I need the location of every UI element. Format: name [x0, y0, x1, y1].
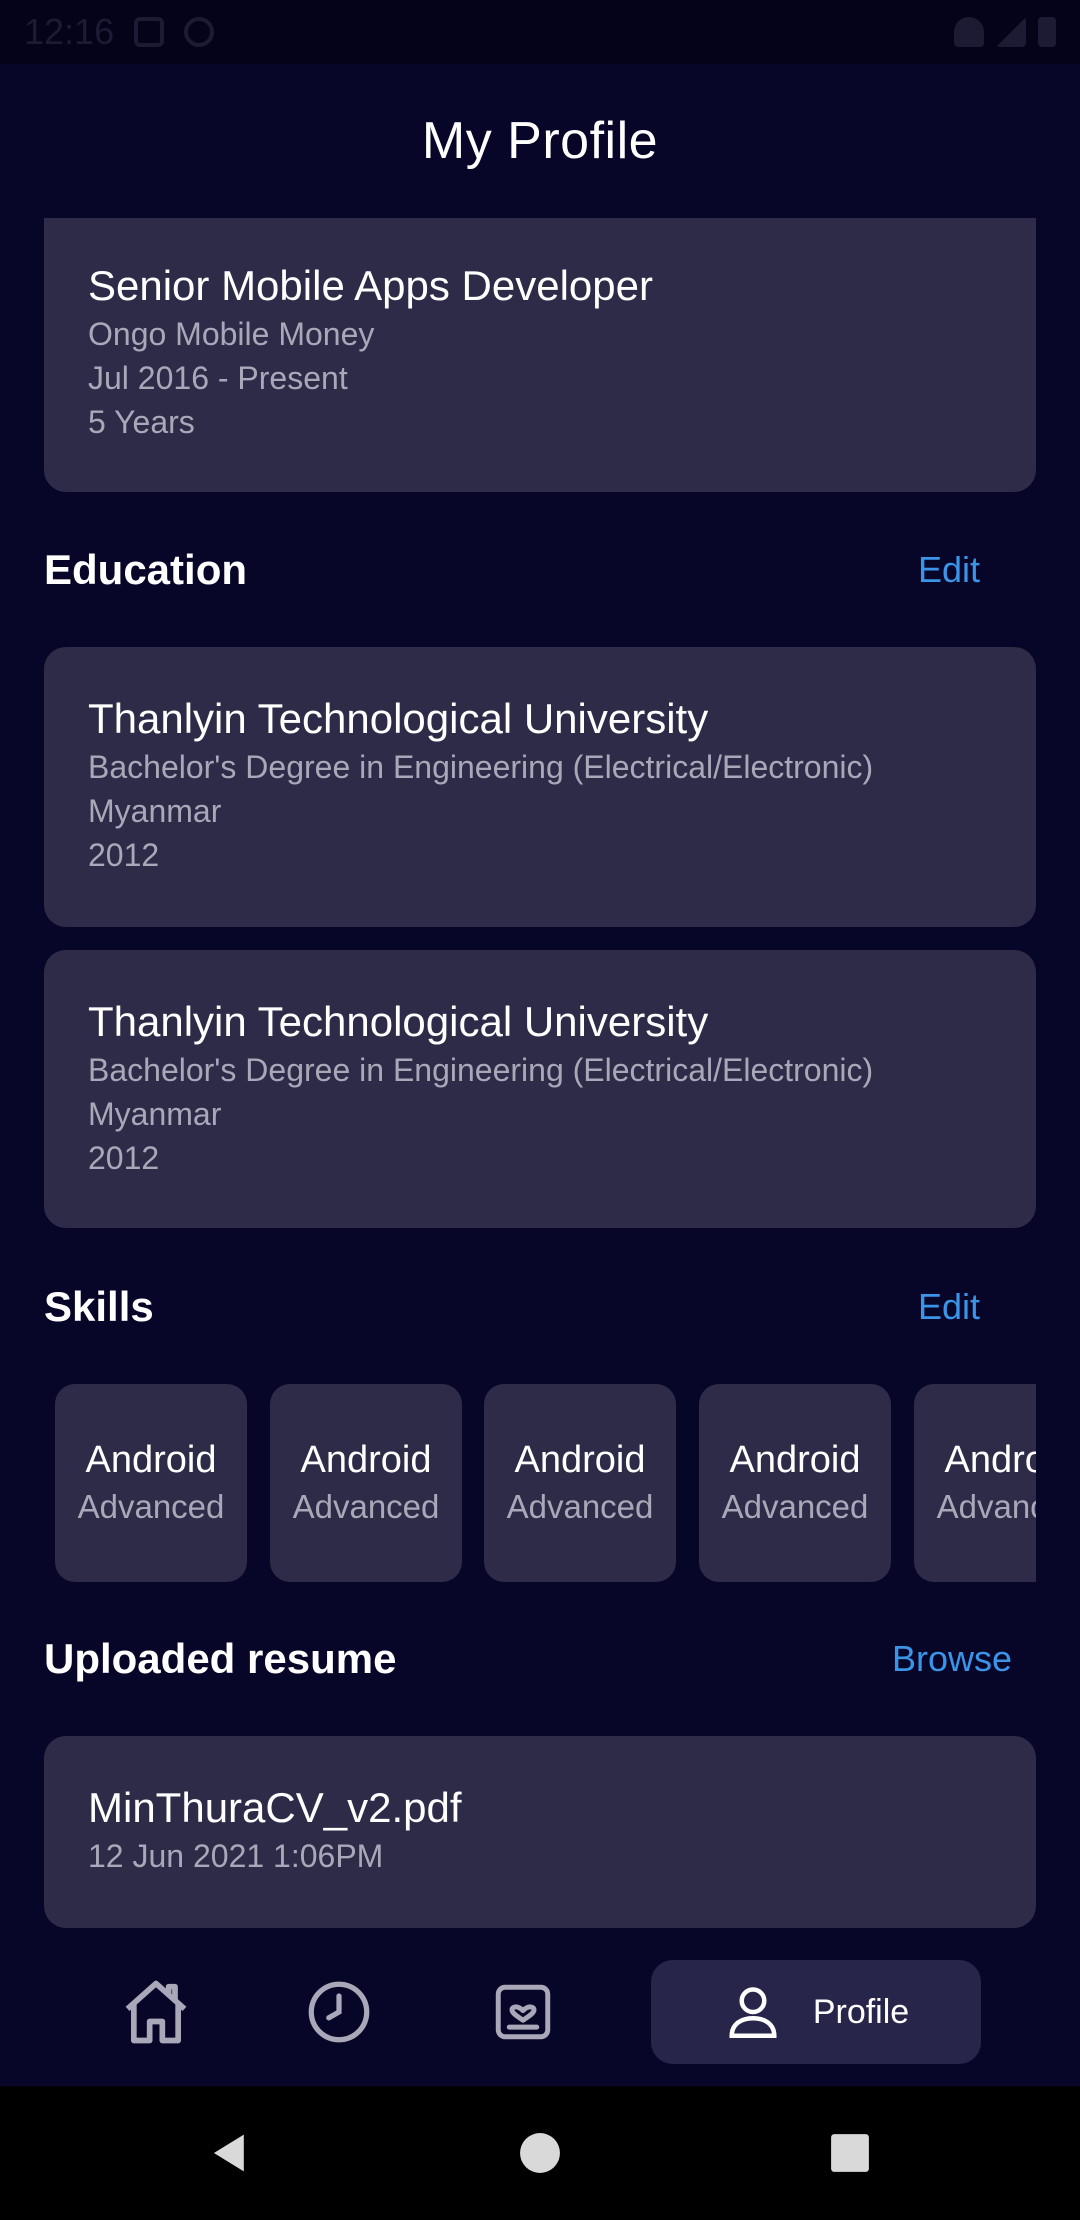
graduation-year: 2012 [88, 837, 160, 873]
profile-scroll-area[interactable]: Senior Mobile Apps Developer Ongo Mobile… [0, 218, 1080, 1928]
skill-level: Advanced [506, 1488, 654, 1525]
page-title: My Profile [421, 112, 659, 170]
battery-icon [1038, 17, 1056, 47]
home-icon [125, 1980, 187, 2044]
country: Myanmar [88, 1096, 222, 1132]
degree: Bachelor's Degree in Engineering (Electr… [88, 749, 874, 785]
education-title: Education [44, 546, 248, 593]
company-name: Ongo Mobile Money [88, 316, 375, 352]
home-circle-icon [520, 2133, 560, 2173]
job-title: Senior Mobile Apps Developer [88, 262, 653, 309]
saved-jobs-icon [495, 1984, 551, 2040]
education-edit-button[interactable]: Edit [918, 549, 1036, 591]
country: Myanmar [88, 793, 222, 829]
history-clock-icon [308, 1981, 370, 2043]
status-time: 12:16 [24, 11, 115, 52]
skill-chip[interactable]: Android Advanced [914, 1384, 1036, 1582]
job-period: Jul 2016 - Present [88, 360, 348, 396]
skill-chip[interactable]: Android Advanced [55, 1384, 247, 1582]
resume-card[interactable]: MinThuraCV_v2.pdf 12 Jun 2021 1:06PM [44, 1736, 1036, 1928]
nav-profile[interactable]: Profile [651, 1960, 981, 2064]
skill-chip[interactable]: Android Advanced [270, 1384, 462, 1582]
bottom-navigation: Profile [0, 1928, 1080, 2086]
status-right [954, 17, 1056, 47]
resume-header: Uploaded resume Browse [44, 1629, 1036, 1689]
skill-level: Advanced [721, 1488, 869, 1525]
graduation-year: 2012 [88, 1140, 160, 1176]
resume-browse-button[interactable]: Browse [892, 1638, 1036, 1680]
school-name: Thanlyin Technological University [88, 695, 709, 742]
experience-card[interactable]: Senior Mobile Apps Developer Ongo Mobile… [44, 218, 1036, 492]
system-recents-button[interactable] [810, 2086, 890, 2220]
skill-name: Android [944, 1439, 1037, 1481]
system-back-button[interactable] [190, 2086, 270, 2220]
app-notification-icon [184, 17, 215, 47]
education-header: Education Edit [44, 540, 1036, 600]
education-card[interactable]: Thanlyin Technological University Bachel… [44, 647, 1036, 927]
skill-level: Advanced [77, 1488, 225, 1525]
status-left: 12:16 [24, 11, 215, 53]
resume-upload-date: 12 Jun 2021 1:06PM [88, 1838, 384, 1874]
nav-profile-label: Profile [812, 1992, 910, 2031]
skills-header: Skills Edit [44, 1277, 1036, 1337]
skills-edit-button[interactable]: Edit [918, 1286, 1036, 1328]
signal-icon [996, 17, 1026, 47]
skill-name: Android [514, 1439, 646, 1481]
skill-name: Android [300, 1439, 432, 1481]
system-navigation-bar [0, 2086, 1080, 2220]
resume-title: Uploaded resume [44, 1635, 397, 1682]
skill-name: Android [729, 1439, 861, 1481]
resume-file-name: MinThuraCV_v2.pdf [88, 1784, 462, 1831]
skill-chip[interactable]: Android Advanced [699, 1384, 891, 1582]
nav-home[interactable] [100, 1960, 212, 2064]
nav-history[interactable] [283, 1960, 395, 2064]
skill-level: Advanced [292, 1488, 440, 1525]
system-home-button[interactable] [500, 2086, 580, 2220]
school-name: Thanlyin Technological University [88, 998, 709, 1045]
skills-title: Skills [44, 1283, 154, 1330]
skill-name: Android [85, 1439, 217, 1481]
status-bar: 12:16 [0, 0, 1080, 64]
job-duration: 5 Years [88, 404, 195, 440]
app-header: My Profile [0, 64, 1080, 218]
wifi-icon [954, 17, 984, 47]
degree: Bachelor's Degree in Engineering (Electr… [88, 1052, 874, 1088]
education-card[interactable]: Thanlyin Technological University Bachel… [44, 950, 1036, 1228]
back-triangle-icon [213, 2134, 244, 2172]
skill-level: Advanced [936, 1488, 1036, 1525]
profile-icon [729, 1987, 777, 2038]
skill-chip[interactable]: Android Advanced [484, 1384, 676, 1582]
nav-saved[interactable] [467, 1960, 579, 2064]
skills-list[interactable]: Android Advanced Android Advanced Androi… [44, 1384, 1036, 1582]
recents-square-icon [831, 2134, 869, 2172]
notification-icon [134, 17, 165, 47]
